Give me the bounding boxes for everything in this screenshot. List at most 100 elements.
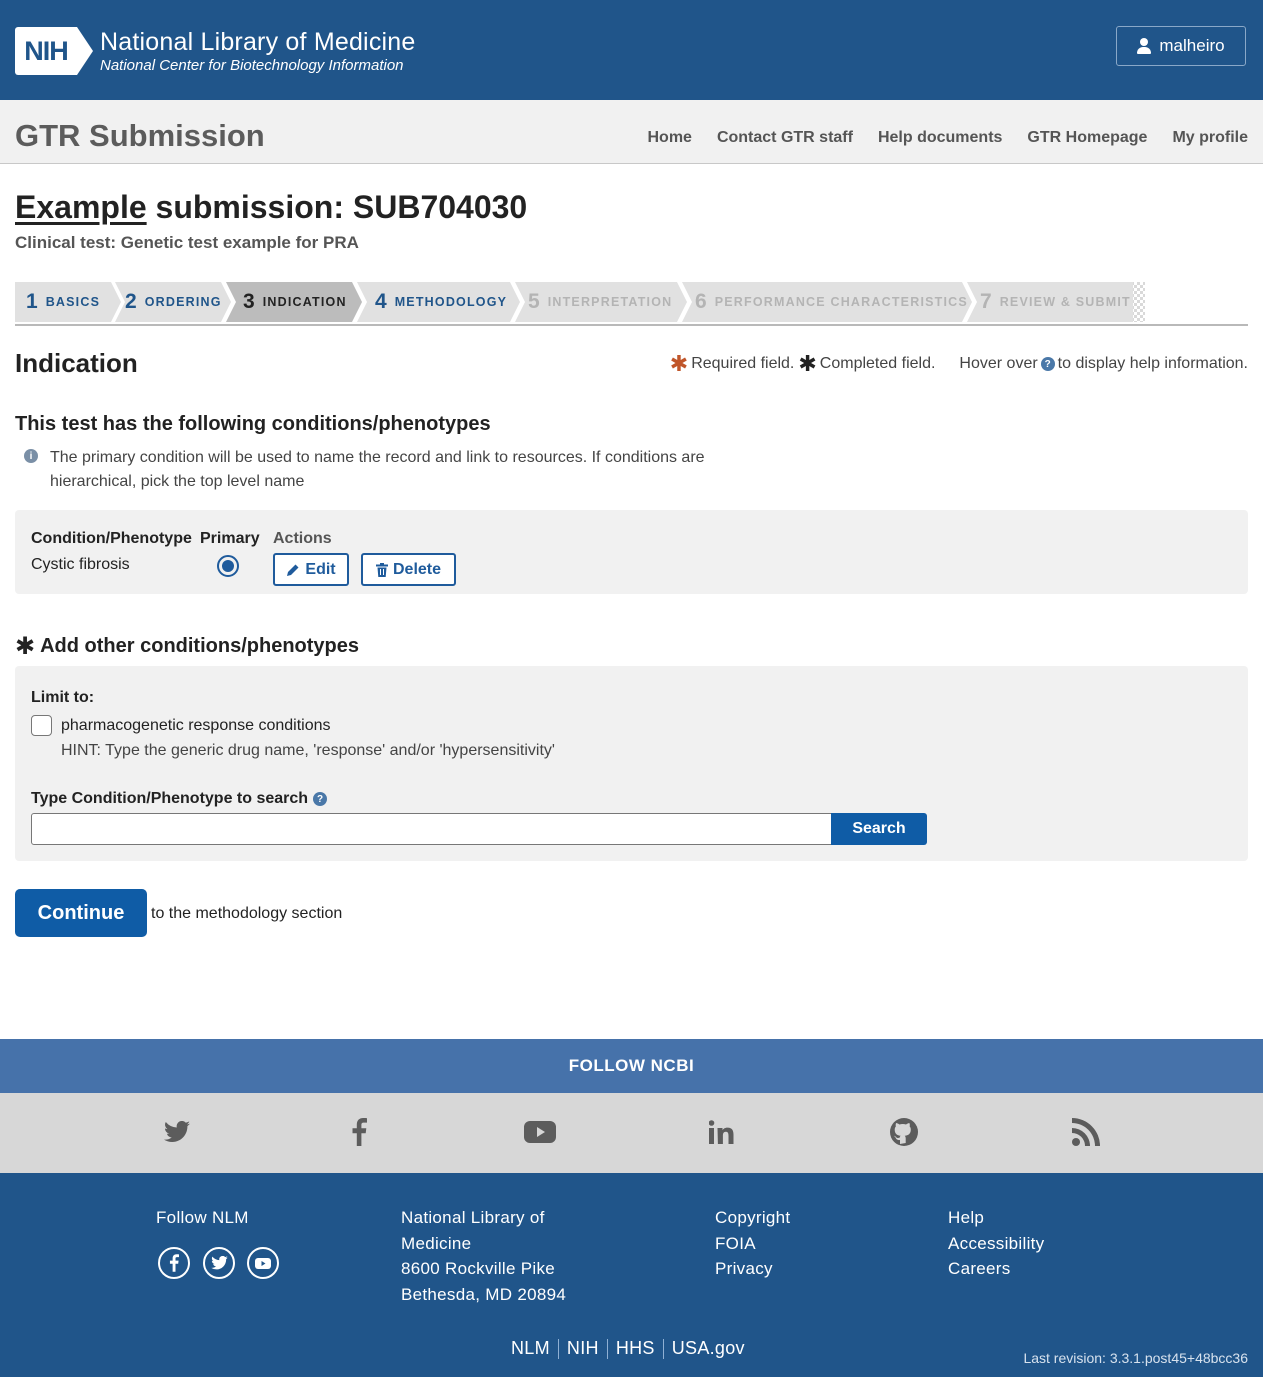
- nih-logo[interactable]: NIH: [15, 27, 93, 75]
- nlm-facebook-icon[interactable]: [158, 1247, 190, 1279]
- youtube-icon[interactable]: [523, 1115, 557, 1149]
- continue-button[interactable]: Continue: [15, 889, 147, 937]
- conditions-info: i The primary condition will be used to …: [24, 446, 724, 494]
- github-icon[interactable]: [887, 1115, 921, 1149]
- info-icon: i: [24, 449, 38, 463]
- edit-button[interactable]: Edit: [273, 553, 349, 586]
- pharmacogenetic-checkbox-label[interactable]: pharmacogenetic response conditions: [61, 717, 331, 735]
- step-label: REVIEW & SUBMIT: [999, 295, 1131, 309]
- address-line[interactable]: Medicine: [401, 1231, 566, 1257]
- condition-search-input[interactable]: [31, 813, 832, 845]
- link-usa-gov[interactable]: USA.gov: [672, 1338, 745, 1359]
- nav-gtr-homepage[interactable]: GTR Homepage: [1027, 129, 1147, 147]
- legend-completed-text: Completed field.: [819, 355, 936, 372]
- step-performance-characteristics: 6 PERFORMANCE CHARACTERISTICS: [695, 282, 968, 322]
- username: malheiro: [1159, 36, 1225, 55]
- stepper: 1 BASICS 2 ORDERING 3 INDICATION 4 METHODOLO…: [15, 282, 1248, 322]
- step-indication[interactable]: 3 INDICATION: [243, 282, 347, 322]
- nlm-twitter-icon[interactable]: [203, 1247, 235, 1279]
- step-label: INTERPRETATION: [547, 295, 673, 309]
- example-link[interactable]: Example: [15, 189, 147, 225]
- step-interpretation: 5 INTERPRETATION: [528, 282, 672, 322]
- address-line[interactable]: National Library of: [401, 1205, 566, 1231]
- search-button[interactable]: Search: [831, 813, 927, 845]
- nih-header: NIH National Library of Medicine Nationa…: [0, 0, 1263, 100]
- divider: [606, 1338, 608, 1359]
- divider: [662, 1338, 664, 1359]
- step-basics[interactable]: 1 BASICS: [26, 282, 100, 322]
- step-number: 1: [26, 290, 38, 313]
- user-account-button[interactable]: malheiro: [1116, 26, 1246, 66]
- rss-icon[interactable]: [1069, 1115, 1103, 1149]
- add-conditions-heading: ✱ Add other conditions/phenotypes: [15, 632, 359, 660]
- link-nlm[interactable]: NLM: [511, 1338, 550, 1359]
- follow-ncbi-bar: FOLLOW NCBI: [0, 1039, 1263, 1093]
- completed-star-icon: ✱: [15, 632, 36, 660]
- step-label: METHODOLOGY: [394, 295, 508, 309]
- primary-radio[interactable]: [217, 555, 239, 577]
- app-title: GTR Submission: [15, 118, 265, 153]
- nlm-title[interactable]: National Library of Medicine: [100, 28, 415, 57]
- footer-link-help[interactable]: Help: [948, 1205, 1044, 1231]
- nav-home[interactable]: Home: [648, 129, 692, 147]
- pharmacogenetic-checkbox[interactable]: [31, 715, 52, 736]
- footer-link-foia[interactable]: FOIA: [715, 1231, 790, 1257]
- step-label: ORDERING: [144, 295, 222, 309]
- step-number: 3: [243, 290, 255, 313]
- conditions-info-text: The primary condition will be used to na…: [50, 449, 705, 490]
- link-hhs[interactable]: HHS: [616, 1338, 655, 1359]
- search-label-text: Type Condition/Phenotype to search: [31, 790, 309, 807]
- continue-text: to the methodology section: [151, 905, 343, 922]
- agency-links: NLM NIH HHS USA.gov: [511, 1338, 745, 1359]
- nav-help-documents[interactable]: Help documents: [878, 129, 1002, 147]
- step-number: 7: [980, 290, 992, 313]
- delete-button[interactable]: Delete: [361, 553, 456, 586]
- edit-label: Edit: [305, 560, 336, 578]
- conditions-heading: This test has the following conditions/p…: [15, 413, 491, 435]
- step-number: 2: [125, 290, 137, 313]
- app-nav: Home Contact GTR staff Help documents GT…: [648, 129, 1249, 147]
- follow-nlm-label: Follow NLM: [156, 1208, 249, 1227]
- footer-links-help: Help Accessibility Careers: [948, 1205, 1044, 1282]
- footer-link-copyright[interactable]: Copyright: [715, 1205, 790, 1231]
- step-methodology[interactable]: 4 METHODOLOGY: [375, 282, 507, 322]
- last-revision: Last revision: 3.3.1.post45+48bcc36: [1023, 1350, 1248, 1366]
- col-primary-header: Primary: [200, 530, 260, 547]
- col-actions-header: Actions: [273, 530, 332, 547]
- stepper-underline: [15, 324, 1248, 326]
- twitter-icon[interactable]: [160, 1115, 194, 1149]
- page-title: Example submission: SUB704030: [15, 189, 527, 226]
- nlm-address: National Library of Medicine 8600 Rockvi…: [401, 1205, 566, 1307]
- nih-logo-arrow: [77, 27, 93, 75]
- submission-id: submission: SUB704030: [146, 189, 528, 225]
- step-label: INDICATION: [262, 295, 347, 309]
- nlm-youtube-icon[interactable]: [247, 1247, 279, 1279]
- linkedin-icon[interactable]: [705, 1115, 739, 1149]
- address-line[interactable]: 8600 Rockville Pike: [401, 1256, 566, 1282]
- radio-dot: [222, 560, 234, 572]
- step-ordering[interactable]: 2 ORDERING: [125, 282, 222, 322]
- delete-label: Delete: [392, 560, 442, 578]
- legend-required-text: Required field.: [691, 355, 795, 372]
- link-nih[interactable]: NIH: [567, 1338, 599, 1359]
- completed-star-icon: ✱: [798, 351, 817, 376]
- conditions-table: Condition/Phenotype Primary Actions Cyst…: [15, 510, 1248, 594]
- add-conditions-heading-text: Add other conditions/phenotypes: [40, 635, 359, 657]
- nlm-footer: Follow NLM National Library of Medicine …: [0, 1173, 1263, 1377]
- help-question-icon[interactable]: ?: [313, 792, 328, 806]
- add-conditions-panel: Limit to: pharmacogenetic response condi…: [15, 666, 1248, 861]
- limit-to-label: Limit to:: [31, 689, 95, 706]
- trash-icon: [375, 562, 388, 577]
- address-line[interactable]: Bethesda, MD 20894: [401, 1282, 566, 1308]
- footer-link-accessibility[interactable]: Accessibility: [948, 1231, 1044, 1257]
- col-condition-header: Condition/Phenotype: [31, 530, 192, 547]
- help-question-icon: ?: [1040, 357, 1055, 371]
- nav-contact-gtr-staff[interactable]: Contact GTR staff: [717, 129, 853, 147]
- step-label: BASICS: [45, 295, 101, 309]
- facebook-icon[interactable]: [342, 1115, 376, 1149]
- nav-my-profile[interactable]: My profile: [1172, 129, 1248, 147]
- legend-hover-text-post: to display help information.: [1057, 355, 1248, 372]
- footer-link-privacy[interactable]: Privacy: [715, 1256, 790, 1282]
- footer-link-careers[interactable]: Careers: [948, 1256, 1044, 1282]
- step-review-submit: 7 REVIEW & SUBMIT: [980, 282, 1131, 322]
